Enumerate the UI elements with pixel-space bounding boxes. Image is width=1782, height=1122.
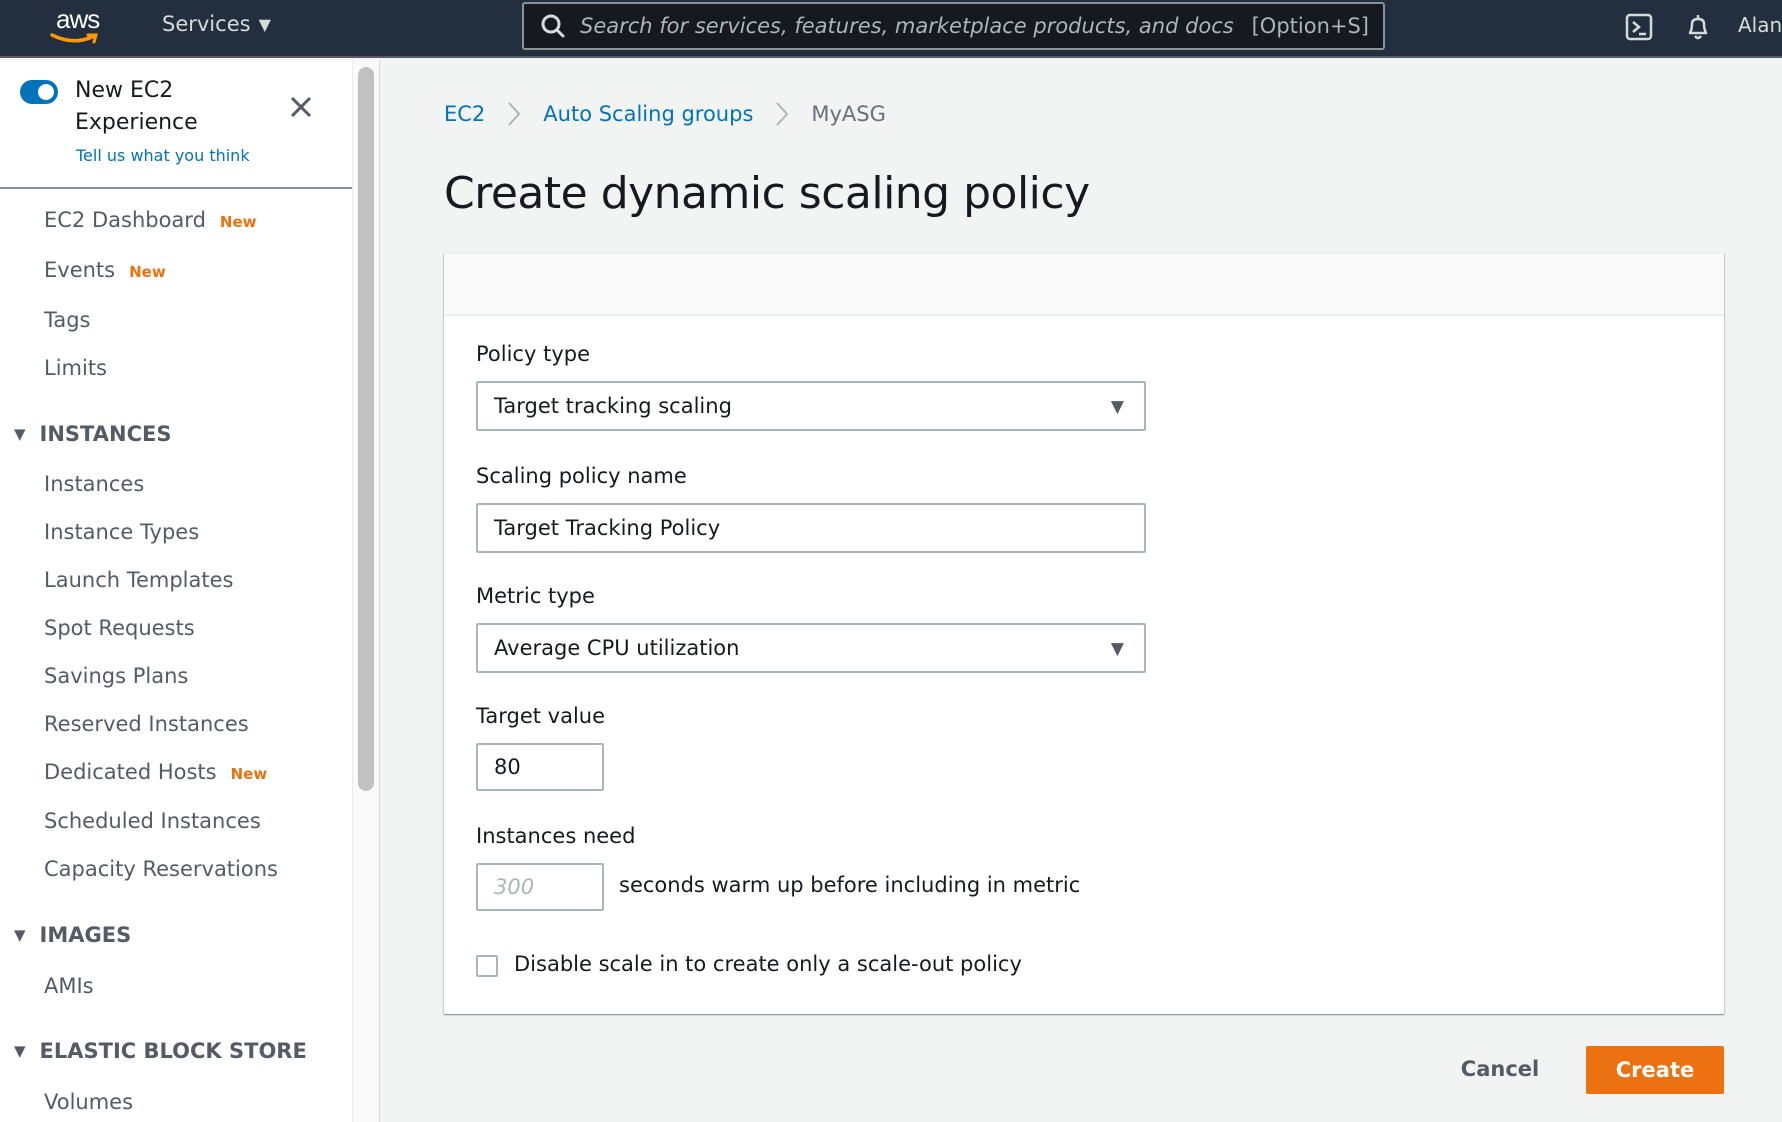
sidebar-scrollbar-thumb[interactable]	[358, 67, 374, 791]
caret-down-icon: ▼	[1110, 639, 1124, 659]
caret-down-icon: ▼	[258, 14, 271, 34]
feedback-link[interactable]: Tell us what you think	[76, 146, 250, 165]
sidebar: New EC2 Experience Tell us what you thin…	[0, 60, 352, 1122]
breadcrumb-ec2[interactable]: EC2	[444, 102, 485, 126]
search-icon	[541, 14, 565, 38]
cloudshell-icon[interactable]	[1624, 12, 1654, 42]
chevron-right-icon	[776, 102, 789, 126]
disable-scale-in-label[interactable]: Disable scale in to create only a scale-…	[514, 952, 1022, 976]
policy-type-select[interactable]: Target tracking scaling ▼	[476, 381, 1146, 431]
target-value-input[interactable]	[476, 743, 604, 791]
sidebar-section-instances[interactable]: ▼ INSTANCES	[14, 422, 171, 446]
close-icon[interactable]	[286, 92, 316, 122]
create-button[interactable]: Create	[1586, 1046, 1724, 1094]
metric-type-label: Metric type	[476, 584, 595, 608]
page-title: Create dynamic scaling policy	[444, 168, 1090, 219]
services-menu-button[interactable]: Services ▼	[162, 12, 271, 36]
policy-name-label: Scaling policy name	[476, 464, 687, 488]
top-navigation-bar: aws Services ▼ [Option+S] Alan	[0, 0, 1782, 58]
disable-scale-in-checkbox[interactable]	[476, 955, 498, 977]
sidebar-item-dedicated-hosts[interactable]: Dedicated Hosts New	[44, 760, 267, 784]
policy-type-value: Target tracking scaling	[494, 394, 732, 418]
policy-name-input[interactable]: Target Tracking Policy	[476, 503, 1146, 553]
sidebar-item-ec2-dashboard[interactable]: EC2 Dashboard New	[44, 208, 257, 232]
chevron-right-icon	[508, 102, 521, 126]
sidebar-item-limits[interactable]: Limits	[44, 356, 107, 380]
warmup-suffix-text: seconds warm up before including in metr…	[619, 873, 1081, 897]
metric-type-select[interactable]: Average CPU utilization ▼	[476, 623, 1146, 673]
sidebar-item-reserved-instances[interactable]: Reserved Instances	[44, 712, 249, 736]
sidebar-item-tags[interactable]: Tags	[44, 308, 91, 332]
sidebar-divider	[0, 187, 352, 189]
caret-down-icon: ▼	[1110, 397, 1124, 417]
metric-type-value: Average CPU utilization	[494, 636, 740, 660]
new-experience-toggle[interactable]	[20, 80, 58, 104]
section-title: ELASTIC BLOCK STORE	[39, 1039, 307, 1063]
toggle-knob	[38, 84, 54, 100]
caret-down-icon: ▼	[14, 1042, 26, 1060]
new-badge: New	[129, 263, 166, 281]
warmup-seconds-input[interactable]	[476, 863, 604, 911]
section-title: INSTANCES	[39, 422, 172, 446]
user-menu[interactable]: Alan	[1738, 13, 1782, 37]
sidebar-section-elastic-block-store[interactable]: ▼ ELASTIC BLOCK STORE	[14, 1039, 307, 1063]
policy-name-value: Target Tracking Policy	[494, 516, 721, 540]
new-badge: New	[219, 213, 257, 231]
sidebar-item-events[interactable]: Events New	[44, 258, 166, 282]
sidebar-section-images[interactable]: ▼ IMAGES	[14, 923, 131, 947]
new-experience-title: New EC2 Experience	[75, 78, 198, 135]
policy-type-label: Policy type	[476, 342, 590, 366]
search-bar[interactable]: [Option+S]	[522, 2, 1385, 50]
caret-down-icon: ▼	[14, 926, 26, 944]
sidebar-item-label: EC2 Dashboard	[44, 208, 206, 232]
warmup-label: Instances need	[476, 824, 636, 848]
section-title: IMAGES	[39, 923, 132, 947]
aws-smile-icon	[50, 33, 98, 44]
sidebar-item-launch-templates[interactable]: Launch Templates	[44, 568, 233, 592]
sidebar-item-label: Dedicated Hosts	[44, 760, 217, 784]
sidebar-item-spot-requests[interactable]: Spot Requests	[44, 616, 195, 640]
sidebar-item-savings-plans[interactable]: Savings Plans	[44, 664, 188, 688]
breadcrumb-auto-scaling-groups[interactable]: Auto Scaling groups	[543, 102, 753, 126]
aws-logo[interactable]: aws	[50, 4, 112, 48]
sidebar-item-scheduled-instances[interactable]: Scheduled Instances	[44, 809, 261, 833]
sidebar-item-instance-types[interactable]: Instance Types	[44, 520, 199, 544]
breadcrumb-myasg: MyASG	[811, 102, 886, 126]
bell-icon[interactable]	[1683, 12, 1713, 42]
new-badge: New	[230, 765, 268, 783]
sidebar-item-capacity-reservations[interactable]: Capacity Reservations	[44, 857, 278, 881]
sidebar-item-volumes[interactable]: Volumes	[44, 1090, 133, 1114]
breadcrumb: EC2 Auto Scaling groups MyASG	[444, 101, 886, 127]
policy-form-panel: Policy type Target tracking scaling ▼ Sc…	[444, 253, 1724, 1014]
caret-down-icon: ▼	[14, 425, 26, 443]
sidebar-item-label: Events	[44, 258, 116, 282]
sidebar-item-instances[interactable]: Instances	[44, 472, 144, 496]
search-shortcut-hint: [Option+S]	[1251, 14, 1369, 38]
search-input[interactable]	[580, 14, 1252, 38]
cancel-button[interactable]: Cancel	[1450, 1044, 1550, 1094]
target-value-label: Target value	[476, 704, 606, 728]
sidebar-item-amis[interactable]: AMIs	[44, 974, 94, 998]
services-label: Services	[162, 12, 251, 36]
panel-header	[444, 254, 1724, 316]
